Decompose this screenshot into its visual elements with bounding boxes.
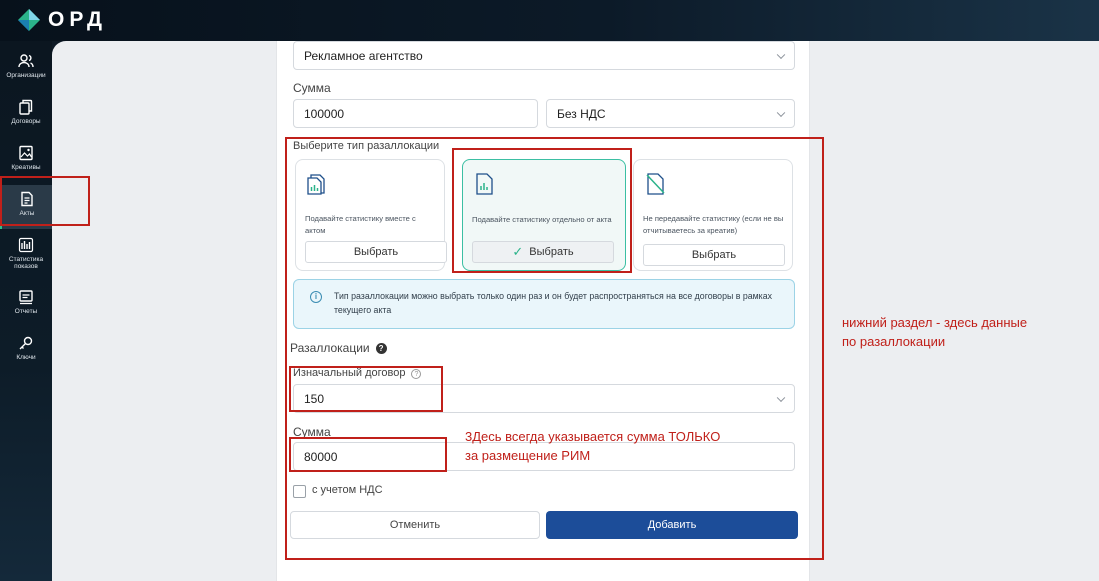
sidebar-item-label: Статистика показов [8,256,44,270]
annotation-note-line: за размещение РИМ [465,448,591,463]
sidebar: Организации Договоры Креативы Акты Стати… [0,41,52,581]
annotation-note-section: нижний раздел - здесь данные по разаллок… [842,313,1027,351]
annotation-box-sum [289,437,447,472]
key-icon [19,336,33,350]
annotation-box-selected-card [452,148,632,273]
annotation-note-line: 3Десь всегда указывается сумма ТОЛЬКО [465,429,721,444]
annotation-box-acts [0,176,90,226]
documents-icon [19,99,33,115]
top-bar: ОРД [0,0,1099,41]
sidebar-item-organizations[interactable]: Организации [0,47,52,91]
chevron-down-icon [776,50,786,59]
annotation-note-line: нижний раздел - здесь данные [842,315,1028,330]
report-icon [19,290,33,305]
sidebar-item-statistics[interactable]: Статистика показов [0,231,52,275]
sidebar-item-label: Ключи [16,354,36,361]
sidebar-item-reports[interactable]: Отчеты [0,283,52,327]
annotation-note-line: по разаллокации [842,334,946,349]
sidebar-item-label: Отчеты [14,308,38,315]
sidebar-item-label: Договоры [11,118,41,125]
role-select[interactable]: Рекламное агентство [293,41,795,70]
sidebar-item-label: Креативы [11,164,41,171]
sum-input[interactable]: 100000 [293,99,538,128]
image-icon [19,145,33,161]
sidebar-item-contracts[interactable]: Договоры [0,93,52,137]
chevron-down-icon [776,108,786,117]
sidebar-item-label: Организации [6,72,46,79]
logo-icon [18,9,40,31]
sum-input-value: 100000 [304,106,345,121]
logo-text: ОРД [48,8,107,31]
vat-select-value: Без НДС [557,106,606,121]
role-select-value: Рекламное агентство [304,48,423,63]
annotation-box-contract [289,366,443,412]
annotation-note-sum: 3Десь всегда указывается сумма ТОЛЬКО за… [465,427,720,465]
stats-icon [18,237,34,253]
vat-select[interactable]: Без НДС [546,99,795,128]
users-icon [18,54,34,68]
sum-label: Сумма [293,81,331,95]
sidebar-item-keys[interactable]: Ключи [0,329,52,373]
